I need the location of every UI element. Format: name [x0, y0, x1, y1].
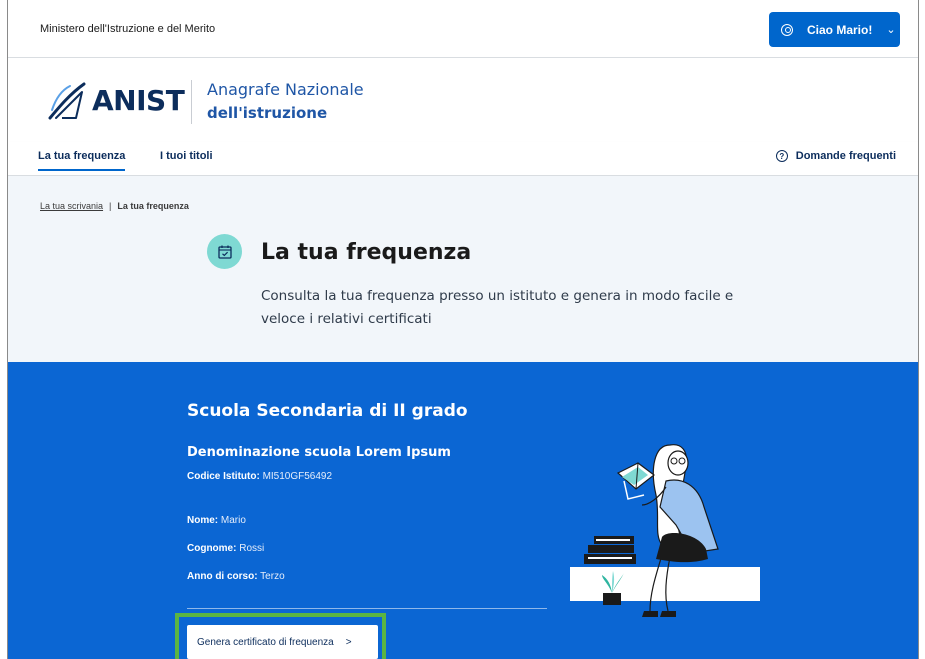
brand-header: ANIST Anagrafe Nazionale dell'istruzione: [8, 58, 918, 142]
generate-certificate-button[interactable]: Genera certificato di frequenza >: [187, 625, 378, 659]
user-circle-icon: [781, 23, 793, 36]
cognome-field: Cognome: Rossi: [187, 543, 264, 554]
generate-certificate-label: Genera certificato di frequenza: [197, 636, 334, 648]
breadcrumb-current: La tua frequenza: [117, 201, 189, 211]
frequency-details-section: Scuola Secondaria di II grado Denominazi…: [8, 362, 918, 659]
main-nav: La tua frequenza I tuoi titoli ? Domande…: [8, 142, 918, 176]
breadcrumb: La tua scrivania | La tua frequenza: [40, 201, 189, 211]
anno-label: Anno di corso:: [187, 571, 258, 582]
nome-label: Nome:: [187, 515, 219, 526]
faq-link[interactable]: ? Domande frequenti: [775, 150, 896, 162]
codice-value: MI510GF56492: [262, 471, 333, 482]
brand-divider: [191, 80, 192, 124]
anno-value: Terzo: [260, 571, 285, 582]
cognome-label: Cognome:: [187, 543, 237, 554]
anist-logo-icon[interactable]: [46, 80, 88, 122]
tab-la-tua-frequenza[interactable]: La tua frequenza: [38, 150, 126, 171]
breadcrumb-separator: |: [109, 201, 112, 211]
reading-woman-illustration: [570, 444, 760, 617]
page-title: La tua frequenza: [261, 240, 472, 265]
chevron-right-icon: >: [345, 636, 352, 648]
ministry-link[interactable]: Ministero dell'Istruzione e del Merito: [40, 23, 215, 35]
school-level-title: Scuola Secondaria di II grado: [187, 401, 468, 421]
faq-label: Domande frequenti: [795, 150, 896, 162]
brand-title-line1: Anagrafe Nazionale: [207, 80, 364, 99]
brand-title-line2: dell'istruzione: [207, 104, 328, 122]
page-description: Consulta la tua frequenza presso un isti…: [261, 288, 734, 327]
breadcrumb-parent[interactable]: La tua scrivania: [40, 201, 103, 211]
codice-istituto-field: Codice Istituto: MI510GF56492: [187, 471, 332, 482]
hero-section: La tua scrivania | La tua frequenza La tua…: [8, 176, 918, 362]
cognome-value: Rossi: [239, 543, 265, 554]
calendar-check-icon: [207, 234, 242, 269]
nome-field: Nome: Mario: [187, 515, 246, 526]
nome-value: Mario: [220, 515, 246, 526]
user-greeting: Ciao Mario!: [807, 22, 873, 37]
app-frame: Ministero dell'Istruzione e del Merito C…: [7, 0, 919, 659]
tab-i-tuoi-titoli[interactable]: I tuoi titoli: [160, 150, 213, 162]
slim-header: Ministero dell'Istruzione e del Merito C…: [8, 0, 918, 58]
school-name: Denominazione scuola Lorem Ipsum: [187, 445, 451, 460]
codice-label: Codice Istituto:: [187, 471, 260, 482]
section-divider: [187, 608, 547, 609]
chevron-down-icon: ⌄: [886, 24, 896, 36]
anno-di-corso-field: Anno di corso: Terzo: [187, 571, 285, 582]
logo-text: ANIST: [92, 84, 185, 117]
help-circle-icon: ?: [775, 150, 788, 162]
user-menu-button[interactable]: Ciao Mario! ⌄: [769, 12, 900, 47]
